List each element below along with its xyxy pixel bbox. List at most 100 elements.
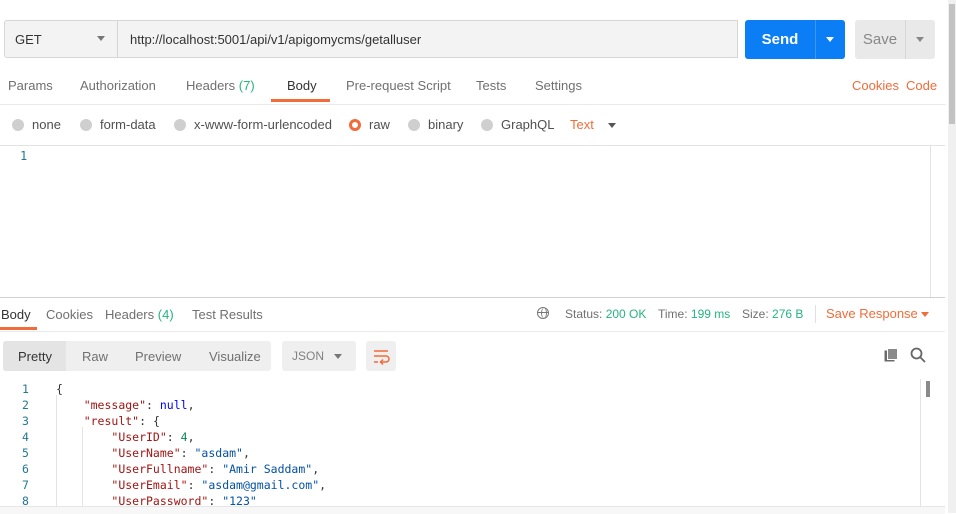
copy-icon[interactable] [884,348,898,362]
code-token: "UserID" [111,430,167,444]
time-value: 199 ms [690,307,731,321]
resp-tab-cookies[interactable]: Cookies [46,307,93,322]
radio-label: raw [369,117,390,132]
method-select[interactable]: GET [4,20,118,58]
save-options-button[interactable] [905,20,935,59]
line-number: 5 [22,446,29,460]
code-text: "message": null, [56,397,195,413]
code-line: 1{ [0,381,945,397]
status-readout: Status: 200 OK [565,307,646,321]
chevron-down-icon [916,37,924,42]
request-body-editor[interactable]: 1 [0,145,945,298]
active-tab-indicator [271,99,330,102]
code-text: "UserID": 4, [56,429,194,445]
request-tabs: Params Authorization Headers (7) Body Pr… [0,70,946,105]
radio-label: binary [428,117,464,132]
code-token: "message" [83,398,147,412]
indent-guide [82,427,83,509]
code-token: : [146,398,160,412]
view-raw[interactable]: Raw [82,349,108,364]
code-token: "UserEmail" [111,478,188,492]
resp-tab-headers-label: Headers [105,307,155,322]
cookies-link[interactable]: Cookies [852,78,899,93]
code-link[interactable]: Code [906,78,937,93]
radio-label: x-www-form-urlencoded [194,117,332,132]
time-label: Time: [658,307,688,321]
radio-none[interactable]: none [12,117,61,132]
body-type-selector: none form-data x-www-form-urlencoded raw… [0,110,946,140]
window-scrollbar-thumb[interactable] [949,4,955,124]
radio-label: GraphQL [501,117,555,132]
code-token: "UserFullname" [111,462,209,476]
resp-tab-test-results[interactable]: Test Results [192,307,263,322]
line-number: 2 [22,398,29,412]
tab-headers[interactable]: Headers (7) [186,78,255,93]
globe-icon[interactable] [537,307,549,319]
code-token: 4 [180,430,188,444]
tab-body[interactable]: Body [287,78,317,93]
view-pretty[interactable]: Pretty [18,349,52,364]
request-bar: GET http://localhost:5001/api/v1/apigomy… [4,20,956,60]
size-value: 276 B [772,307,804,321]
wrap-lines-button[interactable] [366,341,396,371]
status-value: 200 OK [605,307,647,321]
code-token: : [180,446,195,460]
code-text: "UserName": "asdam", [56,445,250,461]
tab-headers-label: Headers [186,78,236,93]
resp-tab-body[interactable]: Body [1,307,31,322]
radio-graphql[interactable]: GraphQL [481,117,554,132]
search-icon[interactable] [910,347,926,363]
code-line: 5 "UserName": "asdam", [0,445,945,461]
save-button[interactable]: Save [855,20,905,59]
format-select[interactable]: JSON [282,341,356,371]
code-token: "asdam@gmail.com" [201,478,320,492]
editor-scrollbar[interactable] [930,146,945,297]
view-mode-segmented: Pretty Raw Preview Visualize [3,341,271,371]
url-text: http://localhost:5001/api/v1/apigomycms/… [130,31,422,47]
size-readout: Size: 276 B [742,307,803,321]
view-preview[interactable]: Preview [135,349,181,364]
code-token: , [242,446,250,460]
radio-circle-selected [349,118,361,131]
send-options-button[interactable] [815,20,845,59]
response-scrollbar[interactable] [920,379,931,509]
tab-pre-request-script[interactable]: Pre-request Script [346,78,451,93]
line-number: 7 [22,478,29,492]
radio-raw[interactable]: raw [349,117,390,132]
response-body-viewer[interactable]: 1{2 "message": null, 3 "result": {4 "User… [0,379,945,509]
tab-settings[interactable]: Settings [535,78,582,93]
raw-format-select[interactable]: Text [570,117,594,132]
tab-tests[interactable]: Tests [476,78,506,93]
radio-form-data[interactable]: form-data [80,117,156,132]
code-token: null [159,398,188,412]
method-label: GET [15,31,42,47]
send-button[interactable]: Send [745,20,815,59]
radio-urlencoded[interactable]: x-www-form-urlencoded [174,117,332,132]
tab-params[interactable]: Params [8,78,53,93]
indent-guide [56,395,57,509]
response-scrollbar-thumb[interactable] [926,381,930,397]
code-text: { [56,381,63,397]
chevron-down-icon [826,37,834,42]
radio-binary[interactable]: binary [408,117,463,132]
view-visualize[interactable]: Visualize [209,349,261,364]
code-token: { [56,382,63,396]
tab-authorization[interactable]: Authorization [80,78,156,93]
line-gutter: 1 [0,146,44,297]
save-response-button[interactable]: Save Response [826,306,918,321]
chevron-down-icon[interactable] [921,312,929,317]
radio-circle [80,118,92,131]
window-scrollbar[interactable] [948,0,956,513]
active-tab-indicator [0,327,37,330]
code-token: , [312,462,320,476]
resp-tab-headers[interactable]: Headers (4) [105,307,174,322]
time-readout: Time: 199 ms [658,307,730,321]
url-input[interactable]: http://localhost:5001/api/v1/apigomycms/… [118,20,738,58]
code-token: "result" [83,414,140,428]
chevron-down-icon[interactable] [608,123,616,128]
